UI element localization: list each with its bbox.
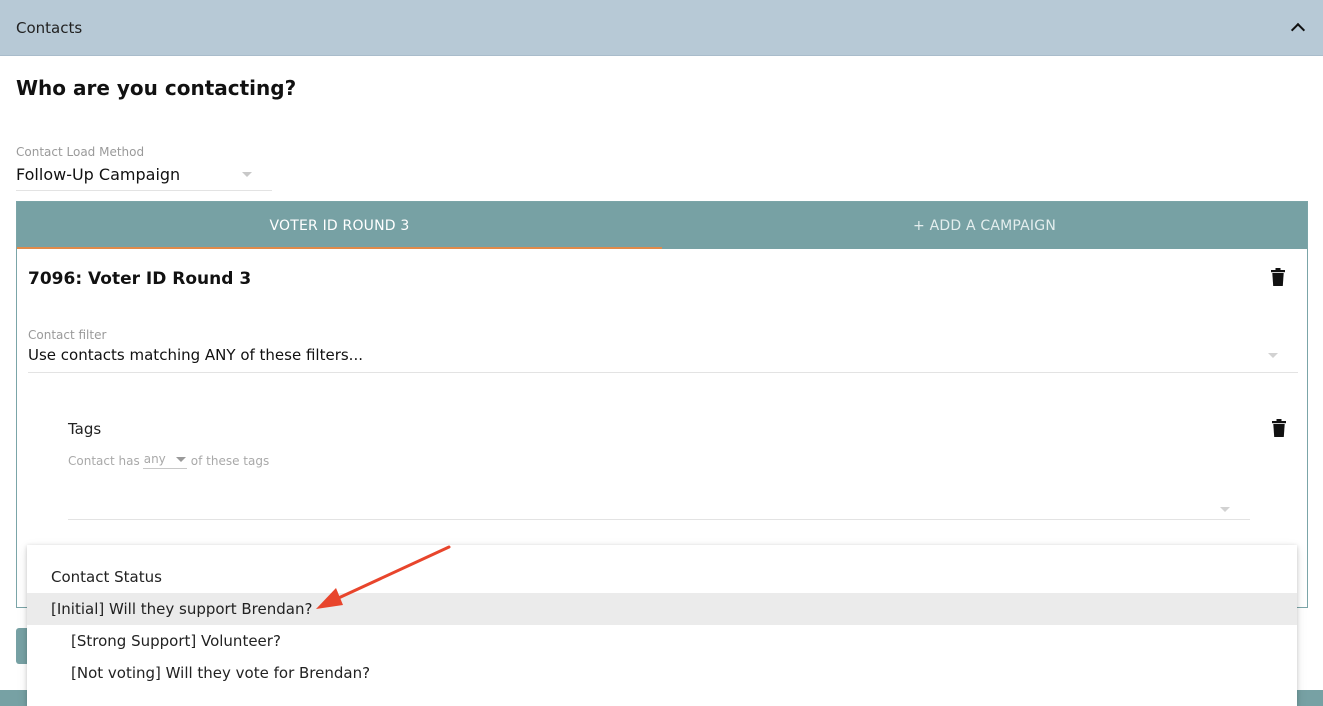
contact-filter-value: Use contacts matching ANY of these filte… — [28, 346, 363, 364]
contact-load-method-select[interactable]: Follow-Up Campaign — [16, 165, 272, 191]
tags-prefix: Contact has — [68, 453, 140, 468]
contact-status-dropdown: Contact Status [Initial] Will they suppo… — [27, 545, 1297, 706]
tab-label: + ADD A CAMPAIGN — [912, 217, 1056, 234]
contact-load-method-field[interactable]: Contact Load Method Follow-Up Campaign — [16, 145, 272, 191]
dropdown-group-header: Contact Status — [51, 568, 162, 586]
tags-input[interactable] — [68, 495, 1250, 520]
section-title: Contacts — [16, 18, 83, 37]
caret-down-icon — [242, 172, 252, 177]
trash-icon[interactable] — [1271, 268, 1285, 286]
campaign-name: 7096: Voter ID Round 3 — [28, 269, 252, 289]
tab-voter-id-round-3[interactable]: VOTER ID ROUND 3 — [17, 202, 662, 249]
tags-mode-value: any — [143, 452, 166, 466]
caret-down-icon — [1220, 507, 1230, 512]
contact-load-method-value: Follow-Up Campaign — [16, 165, 181, 184]
chevron-up-icon[interactable] — [1290, 22, 1306, 38]
tags-filter-title: Tags — [68, 420, 102, 438]
tab-label: VOTER ID ROUND 3 — [269, 217, 410, 234]
campaign-tabs: VOTER ID ROUND 3 + ADD A CAMPAIGN — [17, 202, 1307, 249]
caret-down-icon — [1268, 352, 1278, 358]
contacts-section-header[interactable]: Contacts — [0, 0, 1323, 56]
contact-load-method-label: Contact Load Method — [16, 145, 145, 159]
dropdown-item-strong-support[interactable]: [Strong Support] Volunteer? — [27, 625, 1297, 657]
tags-mode-select[interactable]: any — [142, 452, 187, 469]
caret-down-icon — [175, 456, 186, 462]
page-title: Who are you contacting? — [16, 76, 297, 100]
tab-add-campaign[interactable]: + ADD A CAMPAIGN — [662, 202, 1307, 249]
tags-filter-condition: Contact has any of these tags — [68, 452, 1250, 469]
dropdown-item-label: [Initial] Will they support Brendan? — [51, 600, 313, 618]
tags-filter: Tags Contact has any of these tags — [68, 420, 1250, 520]
tags-suffix: of these tags — [190, 453, 270, 468]
contact-filter-field[interactable]: Contact filter Use contacts matching ANY… — [28, 328, 1298, 373]
contact-filter-select[interactable]: Use contacts matching ANY of these filte… — [28, 346, 1298, 373]
tags-delete-trash-icon[interactable] — [1272, 419, 1286, 437]
dropdown-item-label: [Not voting] Will they vote for Brendan? — [71, 664, 371, 682]
dropdown-item-label: [Strong Support] Volunteer? — [71, 632, 281, 650]
dropdown-item-not-voting[interactable]: [Not voting] Will they vote for Brendan? — [27, 657, 1297, 689]
contact-filter-label: Contact filter — [28, 328, 107, 342]
dropdown-item-initial[interactable]: [Initial] Will they support Brendan? — [27, 593, 1297, 625]
